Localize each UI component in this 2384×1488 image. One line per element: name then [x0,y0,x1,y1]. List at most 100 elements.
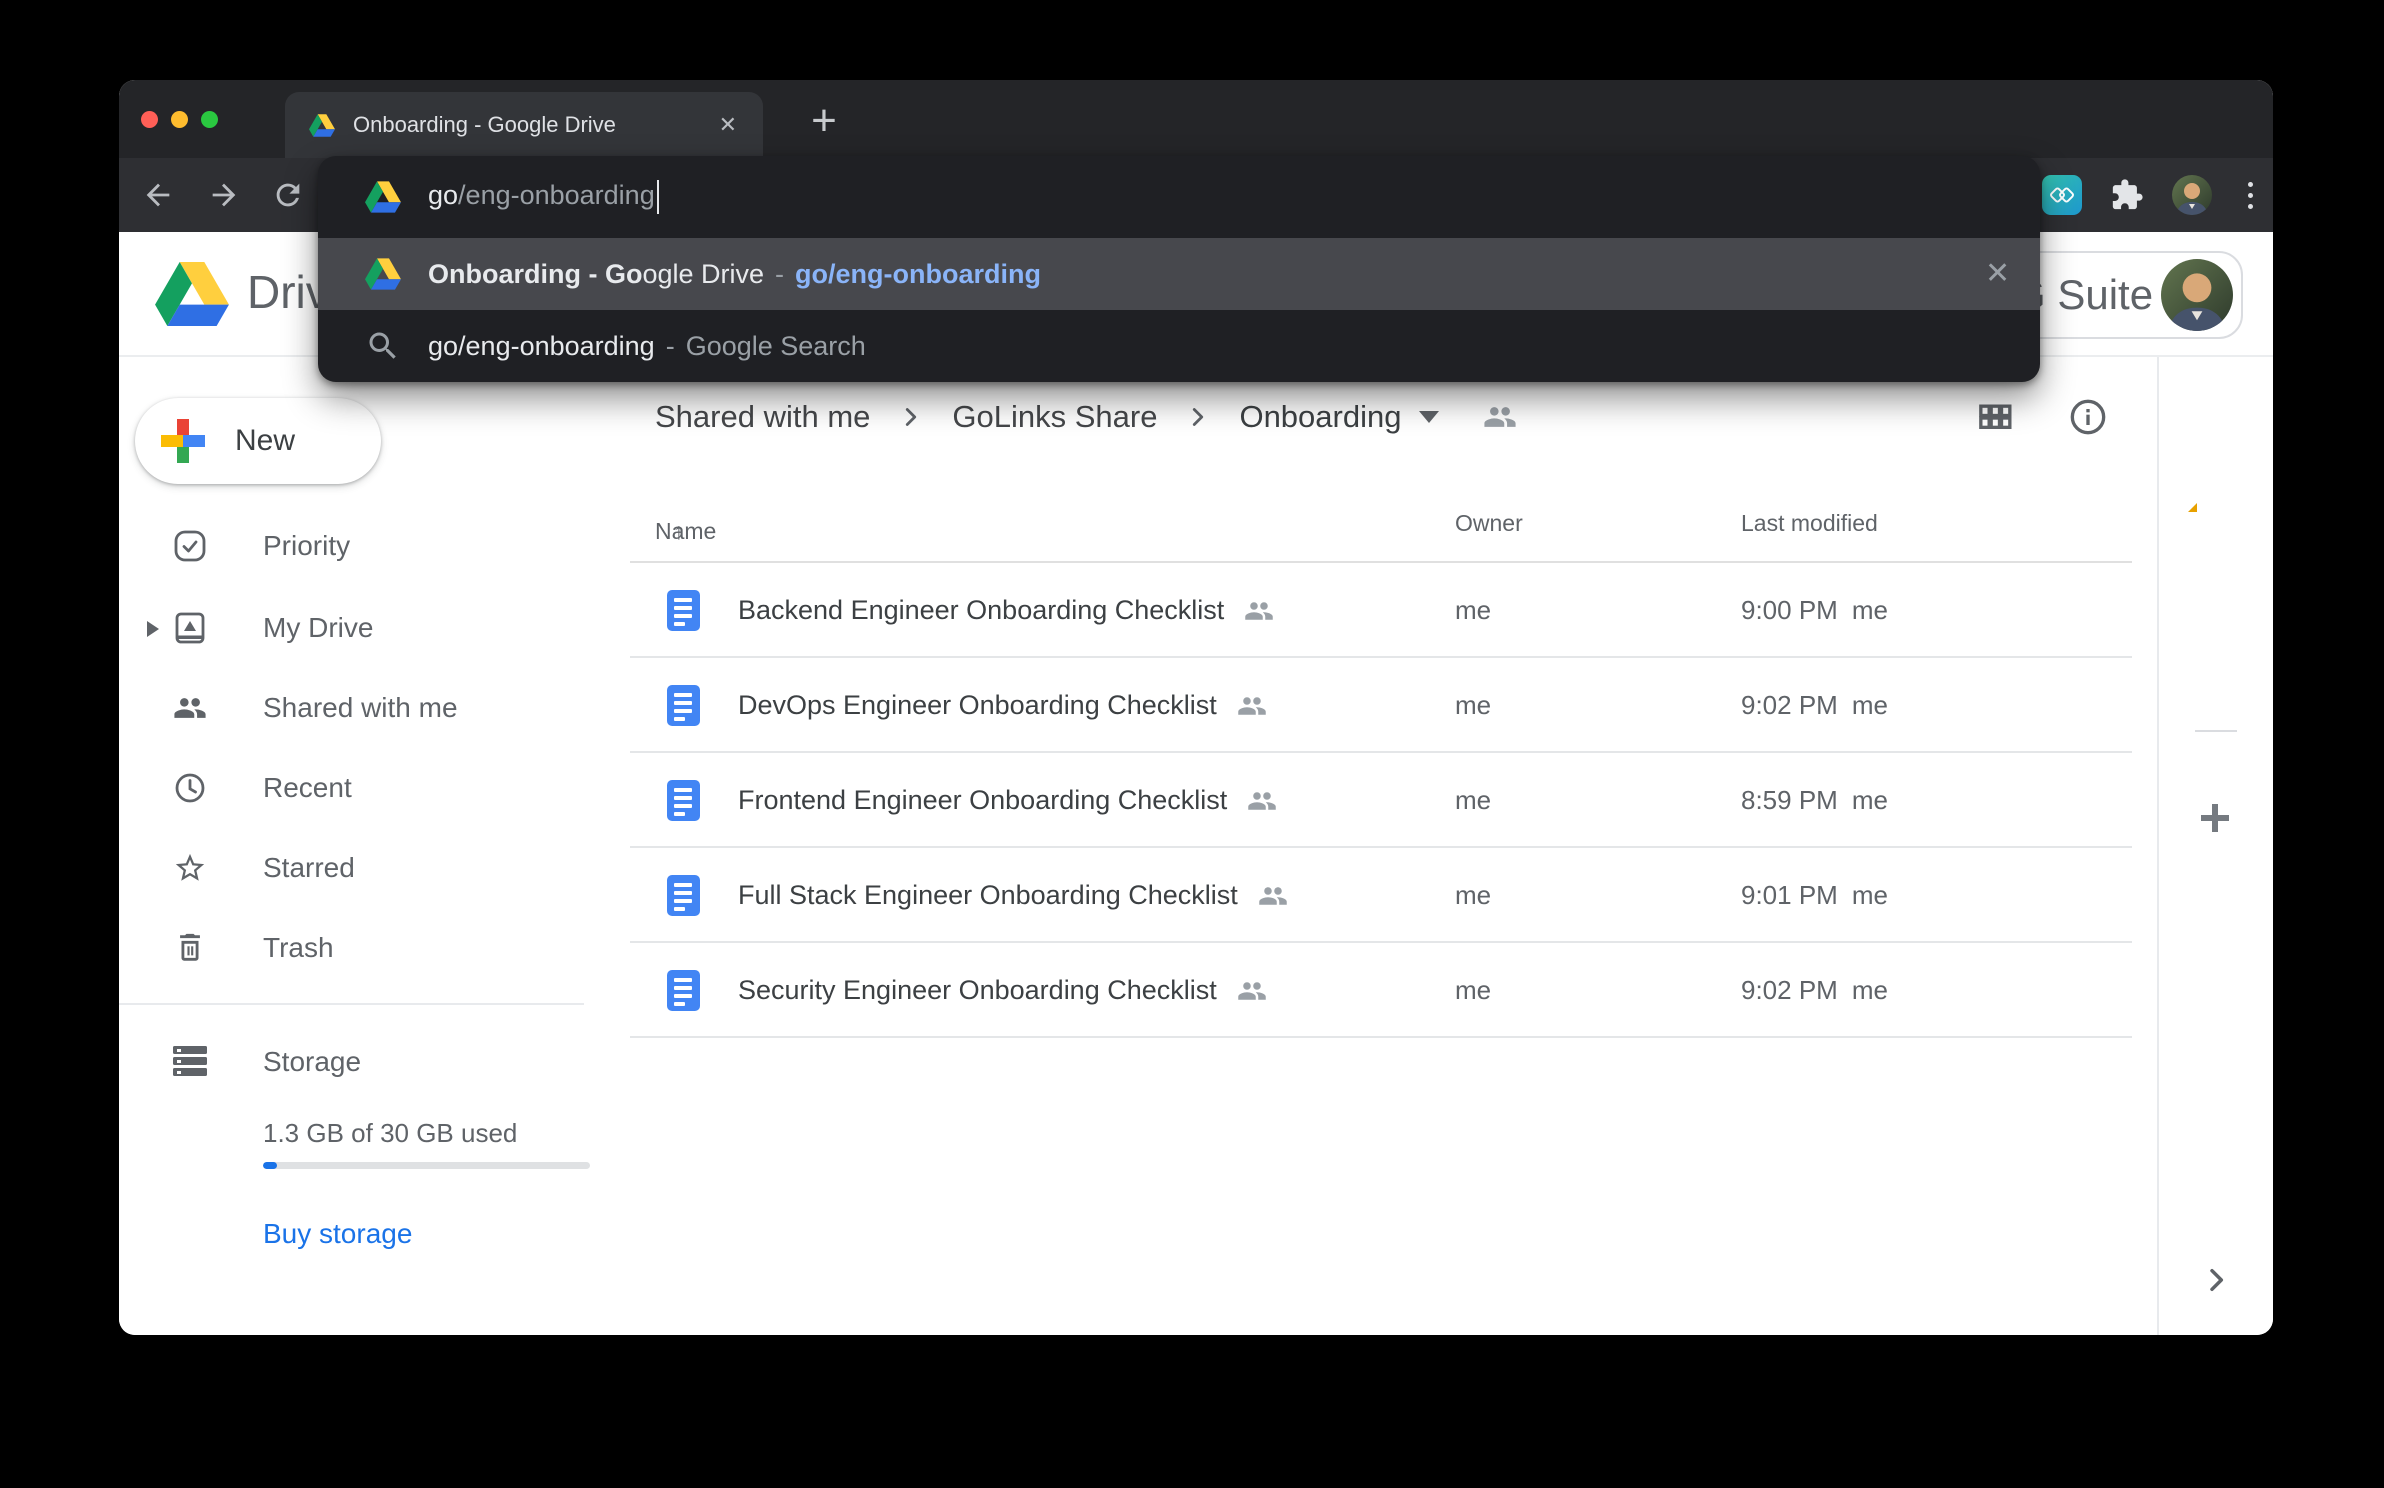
file-modified: 9:01 PMme [1741,848,1888,943]
new-button[interactable]: New [135,398,381,484]
chevron-right-icon [1183,402,1213,432]
text-cursor [657,180,659,214]
sort-ascending-icon[interactable]: ↑ [673,518,685,545]
forward-icon[interactable] [207,178,241,212]
file-row[interactable]: Full Stack Engineer Onboarding Checklist… [630,848,2132,943]
drive-page: Drive G Suite New [119,232,2273,1335]
browser-menu-icon[interactable] [2240,182,2261,209]
file-owner: me [1455,563,1491,658]
shared-people-icon [1237,976,1267,1006]
new-tab-button[interactable]: + [795,92,853,150]
golinks-extension-icon[interactable] [2042,175,2082,215]
file-owner: me [1455,753,1491,848]
close-window-button[interactable] [141,111,158,128]
my-drive-icon [173,611,207,645]
tab-bar: Onboarding - Google Drive ✕ + [119,80,2273,158]
google-doc-icon [667,685,700,726]
minimize-window-button[interactable] [171,111,188,128]
tab-title: Onboarding - Google Drive [353,112,713,138]
file-name: Security Engineer Onboarding Checklist [738,975,1217,1006]
side-panel-divider [2157,357,2159,1335]
expand-arrow-icon[interactable] [147,621,159,637]
clock-icon [173,771,207,805]
sidebar-item-storage[interactable]: Storage [119,1022,619,1102]
file-name: DevOps Engineer Onboarding Checklist [738,690,1217,721]
omnibox[interactable]: go/eng-onboarding [318,156,2040,238]
breadcrumb-shared-with-me[interactable]: Shared with me [655,399,870,435]
star-icon [173,851,207,885]
sidebar-label: Trash [263,908,334,988]
sidebar-item-shared-with-me[interactable]: Shared with me [119,668,619,748]
account-avatar[interactable] [2161,259,2233,331]
drive-logo [155,262,229,326]
file-name: Full Stack Engineer Onboarding Checklist [738,880,1238,911]
storage-usage-text: 1.3 GB of 30 GB used [263,1118,517,1149]
google-doc-icon [667,590,700,631]
drive-favicon [365,179,401,215]
people-icon [173,691,207,725]
sidebar-item-my-drive[interactable]: My Drive [119,588,619,668]
sidebar-label: Priority [263,506,350,586]
search-icon [365,328,401,364]
info-icon[interactable] [2068,397,2108,437]
file-owner: me [1455,658,1491,753]
grid-view-icon[interactable] [1975,397,2015,437]
storage-icon [173,1046,207,1076]
zoom-window-button[interactable] [201,111,218,128]
add-addon-icon[interactable] [2197,800,2233,836]
file-modified: 9:00 PMme [1741,563,1888,658]
shared-people-icon [1244,596,1274,626]
lightbulb-icon [2208,519,2222,533]
browser-window: Onboarding - Google Drive ✕ + [119,80,2273,1335]
shared-people-icon [1258,881,1288,911]
omnibox-input[interactable]: go/eng-onboarding [428,180,659,214]
priority-icon [173,529,207,563]
file-row[interactable]: Backend Engineer Onboarding Checklist me… [630,563,2132,658]
sidebar-item-starred[interactable]: Starred [119,828,619,908]
sidebar-label: Starred [263,828,355,908]
google-doc-icon [667,970,700,1011]
breadcrumb-golinks-share[interactable]: GoLinks Share [952,399,1157,435]
sidebar-item-priority[interactable]: Priority [119,506,619,586]
breadcrumb: Shared with me GoLinks Share Onboarding [655,382,1517,452]
suggestion-drive-row[interactable]: Onboarding - Google Drive-go/eng-onboard… [318,238,2040,310]
sidebar-label: My Drive [263,588,373,668]
trash-icon [173,931,207,965]
traffic-lights [141,111,218,128]
folder-menu-caret-icon[interactable] [1419,411,1439,423]
breadcrumb-onboarding[interactable]: Onboarding [1239,399,1401,435]
file-row[interactable]: DevOps Engineer Onboarding Checklist me … [630,658,2132,753]
file-owner: me [1455,848,1491,943]
chevron-right-icon [896,402,926,432]
tab-close-icon[interactable]: ✕ [713,108,743,142]
extensions-puzzle-icon[interactable] [2110,178,2144,212]
file-list-header: Name ↑ Owner Last modified [630,502,2132,563]
shared-people-icon [1237,691,1267,721]
new-plus-icon [161,419,205,463]
column-last-modified[interactable]: Last modified [1741,510,1878,537]
sidebar-item-trash[interactable]: Trash [119,908,619,988]
browser-profile-avatar[interactable] [2172,175,2212,215]
toolbar-right-cluster [2042,158,2261,232]
file-name: Backend Engineer Onboarding Checklist [738,595,1224,626]
drive-favicon [309,114,335,137]
sidebar-label: Recent [263,748,352,828]
google-doc-icon [667,875,700,916]
sidebar-item-recent[interactable]: Recent [119,748,619,828]
file-row[interactable]: Security Engineer Onboarding Checklist m… [630,943,2132,1038]
sidebar-divider [119,1003,584,1005]
back-icon[interactable] [141,178,175,212]
new-button-label: New [235,424,295,458]
file-owner: me [1455,943,1491,1038]
browser-tab[interactable]: Onboarding - Google Drive ✕ [285,92,763,158]
storage-progress-fill [263,1162,277,1169]
file-name: Frontend Engineer Onboarding Checklist [738,785,1227,816]
hide-side-panel-icon[interactable] [2200,1264,2232,1296]
suggestion-search-row[interactable]: go/eng-onboarding-Google Search [318,310,2040,382]
file-modified: 9:02 PMme [1741,658,1888,753]
reload-icon[interactable] [271,178,305,212]
buy-storage-link[interactable]: Buy storage [263,1218,412,1250]
column-owner[interactable]: Owner [1455,510,1523,537]
file-row[interactable]: Frontend Engineer Onboarding Checklist m… [630,753,2132,848]
remove-suggestion-icon[interactable]: ✕ [1973,238,2022,310]
